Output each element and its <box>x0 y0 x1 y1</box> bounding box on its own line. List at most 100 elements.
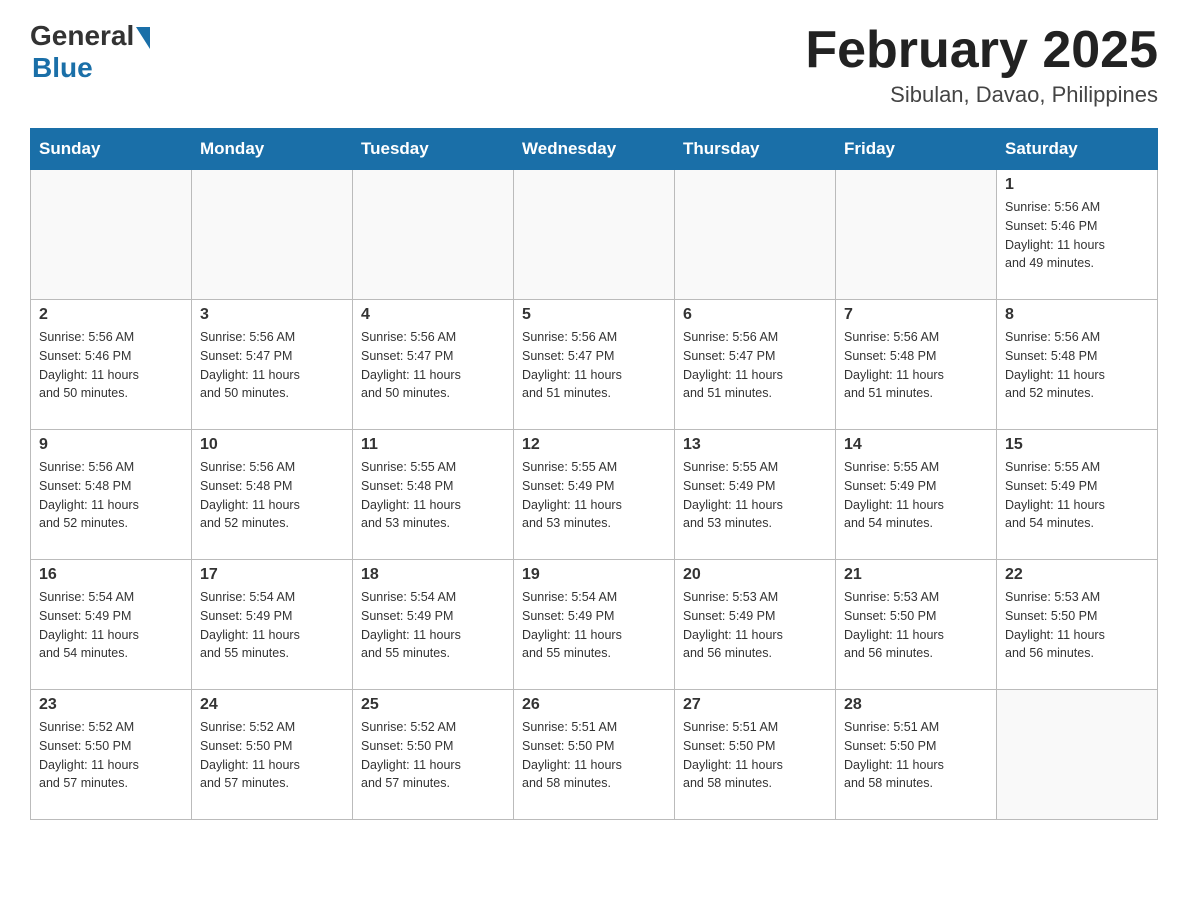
day-info: Sunrise: 5:56 AM Sunset: 5:48 PM Dayligh… <box>39 458 183 533</box>
logo-blue-text: Blue <box>32 52 93 84</box>
logo-triangle-icon <box>136 27 150 49</box>
calendar-day-cell: 20 Sunrise: 5:53 AM Sunset: 5:49 PM Dayli… <box>675 560 836 690</box>
calendar-day-cell: 8 Sunrise: 5:56 AM Sunset: 5:48 PM Daylig… <box>997 300 1158 430</box>
calendar-day-cell: 15 Sunrise: 5:55 AM Sunset: 5:49 PM Dayli… <box>997 430 1158 560</box>
calendar-day-cell <box>675 170 836 300</box>
day-number: 13 <box>683 436 827 454</box>
calendar-day-cell: 11 Sunrise: 5:55 AM Sunset: 5:48 PM Dayli… <box>353 430 514 560</box>
day-number: 15 <box>1005 436 1149 454</box>
day-of-week-header: Sunday <box>31 129 192 170</box>
day-number: 8 <box>1005 306 1149 324</box>
calendar-day-cell: 26 Sunrise: 5:51 AM Sunset: 5:50 PM Dayli… <box>514 690 675 820</box>
day-info: Sunrise: 5:52 AM Sunset: 5:50 PM Dayligh… <box>361 718 505 793</box>
day-info: Sunrise: 5:55 AM Sunset: 5:49 PM Dayligh… <box>522 458 666 533</box>
calendar-day-cell: 6 Sunrise: 5:56 AM Sunset: 5:47 PM Daylig… <box>675 300 836 430</box>
calendar-day-cell: 3Sunrise: 5:56 AM Sunset: 5:47 PM Daylig… <box>192 300 353 430</box>
day-info: Sunrise: 5:56 AM Sunset: 5:46 PM Dayligh… <box>39 328 183 403</box>
calendar-day-cell: 1 Sunrise: 5:56 AM Sunset: 5:46 PM Daylig… <box>997 170 1158 300</box>
day-info: Sunrise: 5:52 AM Sunset: 5:50 PM Dayligh… <box>39 718 183 793</box>
day-of-week-header: Saturday <box>997 129 1158 170</box>
calendar-week-row: 23 Sunrise: 5:52 AM Sunset: 5:50 PM Dayli… <box>31 690 1158 820</box>
day-info: Sunrise: 5:53 AM Sunset: 5:50 PM Dayligh… <box>844 588 988 663</box>
calendar-week-row: 16 Sunrise: 5:54 AM Sunset: 5:49 PM Dayli… <box>31 560 1158 690</box>
calendar-day-cell <box>514 170 675 300</box>
day-of-week-header: Tuesday <box>353 129 514 170</box>
day-number: 20 <box>683 566 827 584</box>
calendar-day-cell <box>353 170 514 300</box>
logo-general-text: General <box>30 20 134 52</box>
day-info: Sunrise: 5:54 AM Sunset: 5:49 PM Dayligh… <box>361 588 505 663</box>
calendar-day-cell: 9 Sunrise: 5:56 AM Sunset: 5:48 PM Daylig… <box>31 430 192 560</box>
calendar-day-cell: 16 Sunrise: 5:54 AM Sunset: 5:49 PM Dayli… <box>31 560 192 690</box>
calendar-day-cell: 24Sunrise: 5:52 AM Sunset: 5:50 PM Dayli… <box>192 690 353 820</box>
day-info: Sunrise: 5:53 AM Sunset: 5:50 PM Dayligh… <box>1005 588 1149 663</box>
calendar-day-cell: 12Sunrise: 5:55 AM Sunset: 5:49 PM Dayli… <box>514 430 675 560</box>
day-info: Sunrise: 5:56 AM Sunset: 5:46 PM Dayligh… <box>1005 198 1149 273</box>
day-number: 4 <box>361 306 505 324</box>
day-number: 5 <box>522 306 666 324</box>
day-info: Sunrise: 5:56 AM Sunset: 5:48 PM Dayligh… <box>200 458 344 533</box>
calendar-week-row: 2 Sunrise: 5:56 AM Sunset: 5:46 PM Daylig… <box>31 300 1158 430</box>
calendar-day-cell: 25 Sunrise: 5:52 AM Sunset: 5:50 PM Dayli… <box>353 690 514 820</box>
day-info: Sunrise: 5:52 AM Sunset: 5:50 PM Dayligh… <box>200 718 344 793</box>
calendar-day-cell <box>192 170 353 300</box>
day-info: Sunrise: 5:51 AM Sunset: 5:50 PM Dayligh… <box>844 718 988 793</box>
day-info: Sunrise: 5:56 AM Sunset: 5:48 PM Dayligh… <box>844 328 988 403</box>
calendar-day-cell: 23 Sunrise: 5:52 AM Sunset: 5:50 PM Dayli… <box>31 690 192 820</box>
day-info: Sunrise: 5:56 AM Sunset: 5:47 PM Dayligh… <box>200 328 344 403</box>
day-number: 14 <box>844 436 988 454</box>
day-number: 16 <box>39 566 183 584</box>
page-header: General Blue February 2025 Sibulan, Dava… <box>30 20 1158 108</box>
calendar-day-cell: 22 Sunrise: 5:53 AM Sunset: 5:50 PM Dayli… <box>997 560 1158 690</box>
calendar-day-cell: 17Sunrise: 5:54 AM Sunset: 5:49 PM Dayli… <box>192 560 353 690</box>
day-number: 27 <box>683 696 827 714</box>
calendar-day-cell: 2 Sunrise: 5:56 AM Sunset: 5:46 PM Daylig… <box>31 300 192 430</box>
calendar-day-cell: 21 Sunrise: 5:53 AM Sunset: 5:50 PM Dayli… <box>836 560 997 690</box>
day-info: Sunrise: 5:51 AM Sunset: 5:50 PM Dayligh… <box>522 718 666 793</box>
calendar-day-cell <box>836 170 997 300</box>
logo: General Blue <box>30 20 150 84</box>
calendar-day-cell: 10 Sunrise: 5:56 AM Sunset: 5:48 PM Dayli… <box>192 430 353 560</box>
day-number: 25 <box>361 696 505 714</box>
day-number: 9 <box>39 436 183 454</box>
day-info: Sunrise: 5:55 AM Sunset: 5:48 PM Dayligh… <box>361 458 505 533</box>
calendar-week-row: 9 Sunrise: 5:56 AM Sunset: 5:48 PM Daylig… <box>31 430 1158 560</box>
day-info: Sunrise: 5:55 AM Sunset: 5:49 PM Dayligh… <box>1005 458 1149 533</box>
day-info: Sunrise: 5:53 AM Sunset: 5:49 PM Dayligh… <box>683 588 827 663</box>
day-number: 1 <box>1005 176 1149 194</box>
calendar-day-cell: 27Sunrise: 5:51 AM Sunset: 5:50 PM Dayli… <box>675 690 836 820</box>
day-number: 6 <box>683 306 827 324</box>
calendar-table: SundayMondayTuesdayWednesdayThursdayFrid… <box>30 128 1158 820</box>
calendar-header-row: SundayMondayTuesdayWednesdayThursdayFrid… <box>31 129 1158 170</box>
day-number: 10 <box>200 436 344 454</box>
day-number: 26 <box>522 696 666 714</box>
day-of-week-header: Thursday <box>675 129 836 170</box>
calendar-day-cell: 28 Sunrise: 5:51 AM Sunset: 5:50 PM Dayli… <box>836 690 997 820</box>
day-number: 11 <box>361 436 505 454</box>
day-number: 28 <box>844 696 988 714</box>
day-number: 22 <box>1005 566 1149 584</box>
day-of-week-header: Friday <box>836 129 997 170</box>
day-info: Sunrise: 5:54 AM Sunset: 5:49 PM Dayligh… <box>522 588 666 663</box>
calendar-day-cell: 7 Sunrise: 5:56 AM Sunset: 5:48 PM Daylig… <box>836 300 997 430</box>
calendar-day-cell: 5 Sunrise: 5:56 AM Sunset: 5:47 PM Daylig… <box>514 300 675 430</box>
calendar-day-cell: 14 Sunrise: 5:55 AM Sunset: 5:49 PM Dayli… <box>836 430 997 560</box>
day-number: 19 <box>522 566 666 584</box>
day-info: Sunrise: 5:55 AM Sunset: 5:49 PM Dayligh… <box>844 458 988 533</box>
day-number: 7 <box>844 306 988 324</box>
day-info: Sunrise: 5:56 AM Sunset: 5:47 PM Dayligh… <box>683 328 827 403</box>
day-info: Sunrise: 5:56 AM Sunset: 5:47 PM Dayligh… <box>522 328 666 403</box>
day-info: Sunrise: 5:54 AM Sunset: 5:49 PM Dayligh… <box>39 588 183 663</box>
day-number: 21 <box>844 566 988 584</box>
location-subtitle: Sibulan, Davao, Philippines <box>805 82 1158 108</box>
day-number: 23 <box>39 696 183 714</box>
month-title: February 2025 <box>805 20 1158 80</box>
day-info: Sunrise: 5:56 AM Sunset: 5:48 PM Dayligh… <box>1005 328 1149 403</box>
day-number: 2 <box>39 306 183 324</box>
calendar-day-cell: 18Sunrise: 5:54 AM Sunset: 5:49 PM Dayli… <box>353 560 514 690</box>
day-info: Sunrise: 5:56 AM Sunset: 5:47 PM Dayligh… <box>361 328 505 403</box>
day-of-week-header: Wednesday <box>514 129 675 170</box>
calendar-day-cell: 4 Sunrise: 5:56 AM Sunset: 5:47 PM Daylig… <box>353 300 514 430</box>
day-info: Sunrise: 5:54 AM Sunset: 5:49 PM Dayligh… <box>200 588 344 663</box>
calendar-week-row: 1 Sunrise: 5:56 AM Sunset: 5:46 PM Daylig… <box>31 170 1158 300</box>
